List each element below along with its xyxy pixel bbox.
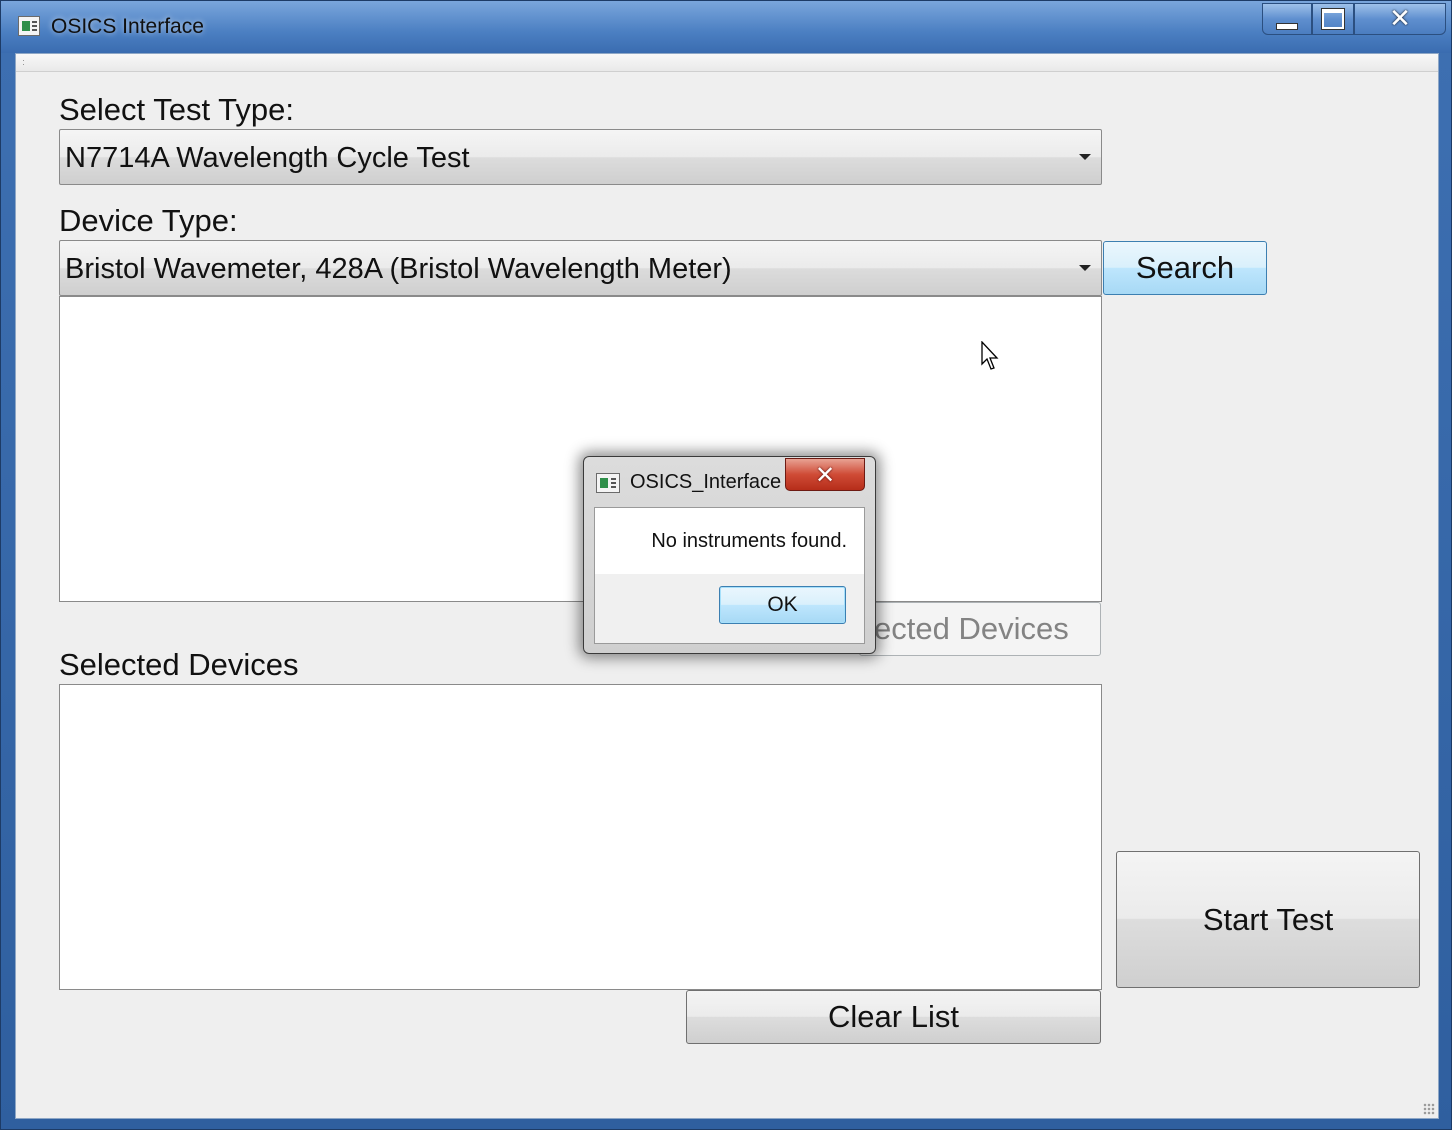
close-button[interactable]: ✕ — [1354, 3, 1446, 35]
add-selected-devices-label: ected Devices — [874, 611, 1069, 646]
found-devices-list[interactable] — [59, 296, 1102, 602]
test-type-selected-value: N7714A Wavelength Cycle Test — [65, 142, 470, 174]
dialog-body: No instruments found. OK — [594, 507, 865, 644]
test-type-label: Select Test Type: — [59, 92, 294, 127]
close-icon: ✕ — [814, 460, 836, 489]
minimize-icon — [1276, 22, 1298, 30]
chevron-down-icon — [1079, 154, 1091, 160]
maximize-button[interactable] — [1312, 3, 1354, 35]
start-test-button[interactable]: Start Test — [1116, 851, 1420, 988]
selected-devices-list[interactable] — [59, 684, 1102, 990]
dialog-message-area: No instruments found. — [595, 508, 864, 574]
dialog-message: No instruments found. — [651, 530, 847, 552]
main-window: OSICS Interface ✕ · · Select Test Type: N… — [0, 0, 1452, 1130]
dialog-title: OSICS_Interface — [630, 471, 782, 493]
test-type-dropdown[interactable]: N7714A Wavelength Cycle Test — [59, 129, 1102, 185]
maximize-icon — [1322, 9, 1344, 29]
window-title: OSICS Interface — [51, 15, 204, 38]
toolstrip: · · — [16, 54, 1438, 72]
device-type-label: Device Type: — [59, 203, 238, 238]
app-window-icon — [596, 473, 620, 493]
resize-grip-icon[interactable] — [1423, 1103, 1435, 1115]
clear-list-button[interactable]: Clear List — [686, 990, 1101, 1044]
ok-button[interactable]: OK — [719, 586, 846, 624]
dialog-close-button[interactable]: ✕ — [785, 458, 865, 491]
app-window-icon — [18, 16, 40, 36]
message-box: OSICS_Interface ✕ No instruments found. … — [583, 456, 876, 654]
device-type-selected-value: Bristol Wavemeter, 428A (Bristol Wavelen… — [65, 253, 732, 285]
chevron-down-icon — [1079, 265, 1091, 271]
caption-buttons: ✕ — [1262, 3, 1446, 37]
close-icon: ✕ — [1389, 4, 1411, 34]
selected-devices-label: Selected Devices — [59, 647, 299, 682]
add-selected-devices-button[interactable]: ected Devices — [859, 602, 1101, 656]
mouse-cursor-icon — [981, 341, 999, 370]
minimize-button[interactable] — [1262, 3, 1312, 35]
title-bar[interactable]: OSICS Interface ✕ — [1, 1, 1451, 53]
search-button[interactable]: Search — [1103, 241, 1267, 295]
toolstrip-grip-icon[interactable]: · · — [22, 56, 25, 69]
device-type-dropdown[interactable]: Bristol Wavemeter, 428A (Bristol Wavelen… — [59, 240, 1102, 296]
